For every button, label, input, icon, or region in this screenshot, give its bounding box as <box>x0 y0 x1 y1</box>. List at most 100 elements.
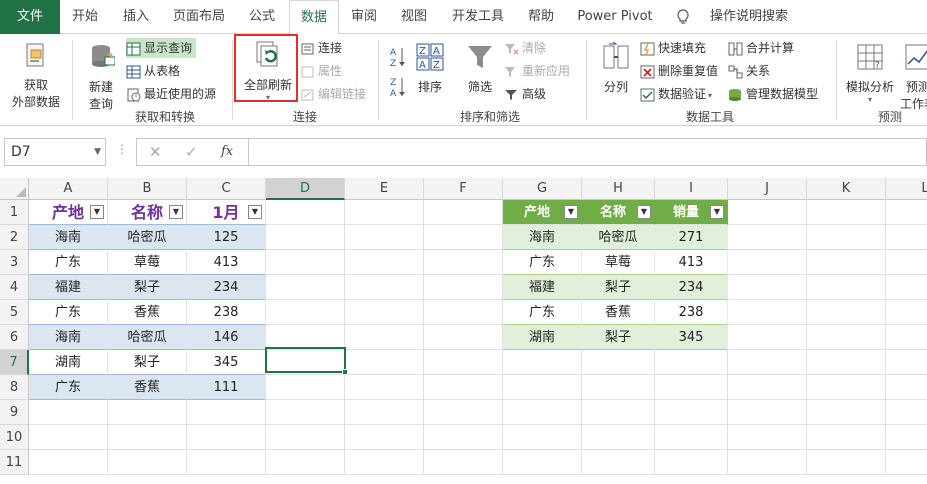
cell-a11[interactable] <box>29 450 108 475</box>
cell-b6[interactable]: 哈密瓜 <box>108 325 187 350</box>
column-header-f[interactable]: F <box>424 178 503 200</box>
cell-l2[interactable] <box>886 225 927 250</box>
manage-data-model-button[interactable]: 管理数据模型 <box>728 84 818 104</box>
row-header-10[interactable]: 10 <box>0 425 29 450</box>
cell-i9[interactable] <box>655 400 728 425</box>
cell-j4[interactable] <box>728 275 807 300</box>
cell-j3[interactable] <box>728 250 807 275</box>
cell-c10[interactable] <box>187 425 266 450</box>
cell-i2[interactable]: 271 <box>655 225 728 250</box>
formula-input[interactable] <box>248 138 927 166</box>
cell-g10[interactable] <box>503 425 582 450</box>
insert-function-icon[interactable]: fx <box>221 144 233 159</box>
cell-a8[interactable]: 广东 <box>29 375 108 400</box>
cell-h1[interactable]: 名称 ▼ <box>582 200 655 225</box>
tab-developer[interactable]: 开发工具 <box>442 0 514 34</box>
cell-c3[interactable]: 413 <box>187 250 266 275</box>
cell-d1[interactable] <box>266 200 345 225</box>
cell-a3[interactable]: 广东 <box>29 250 108 275</box>
cell-h9[interactable] <box>582 400 655 425</box>
sort-button[interactable]: ZAAZ 排序 <box>412 42 448 95</box>
cell-f5[interactable] <box>424 300 503 325</box>
cell-h3[interactable]: 草莓 <box>582 250 655 275</box>
cell-f7[interactable] <box>424 350 503 375</box>
consolidate-button[interactable]: 合并计算 <box>728 38 794 58</box>
cell-k9[interactable] <box>807 400 886 425</box>
show-query-button[interactable]: 显示查询 <box>126 38 197 58</box>
cell-i4[interactable]: 234 <box>655 275 728 300</box>
cell-e1[interactable] <box>345 200 424 225</box>
cell-f9[interactable] <box>424 400 503 425</box>
cell-h8[interactable] <box>582 375 655 400</box>
cell-a9[interactable] <box>29 400 108 425</box>
cell-k5[interactable] <box>807 300 886 325</box>
cell-e6[interactable] <box>345 325 424 350</box>
cell-k6[interactable] <box>807 325 886 350</box>
cell-k3[interactable] <box>807 250 886 275</box>
row-header-9[interactable]: 9 <box>0 400 29 425</box>
fill-handle[interactable] <box>342 369 348 375</box>
column-header-l[interactable]: L <box>886 178 927 200</box>
sort-az-button[interactable]: AZ <box>388 46 408 69</box>
cell-e3[interactable] <box>345 250 424 275</box>
cell-l11[interactable] <box>886 450 927 475</box>
tab-home[interactable]: 开始 <box>60 0 110 34</box>
tab-page-layout[interactable]: 页面布局 <box>164 0 234 34</box>
tab-review[interactable]: 审阅 <box>340 0 388 34</box>
cell-i6[interactable]: 345 <box>655 325 728 350</box>
text-to-columns-button[interactable]: 分列 <box>596 41 636 95</box>
cell-e4[interactable] <box>345 275 424 300</box>
name-box[interactable]: D7 ▼ <box>4 138 106 166</box>
new-query-button[interactable]: 新建 查询 <box>78 42 124 112</box>
cell-g11[interactable] <box>503 450 582 475</box>
cell-b3[interactable]: 草莓 <box>108 250 187 275</box>
cell-c2[interactable]: 125 <box>187 225 266 250</box>
cell-j1[interactable] <box>728 200 807 225</box>
cell-i8[interactable] <box>655 375 728 400</box>
cell-j10[interactable] <box>728 425 807 450</box>
cell-l5[interactable] <box>886 300 927 325</box>
cell-h10[interactable] <box>582 425 655 450</box>
tab-file[interactable]: 文件 <box>0 0 60 34</box>
row-header-11[interactable]: 11 <box>0 450 29 475</box>
row-header-3[interactable]: 3 <box>0 250 29 275</box>
cell-i1[interactable]: 销量 ▼ <box>655 200 728 225</box>
filter-dropdown-button[interactable]: ▼ <box>90 205 104 219</box>
cell-e10[interactable] <box>345 425 424 450</box>
tell-me-search[interactable]: 操作说明搜索 <box>694 0 804 34</box>
column-header-d[interactable]: D <box>266 178 345 200</box>
data-validation-button[interactable]: 数据验证 ▾ <box>640 84 712 104</box>
cell-h6[interactable]: 梨子 <box>582 325 655 350</box>
sort-za-button[interactable]: ZA <box>388 76 408 99</box>
cell-g4[interactable]: 福建 <box>503 275 582 300</box>
cell-e11[interactable] <box>345 450 424 475</box>
edit-links-button[interactable]: 编辑链接 <box>300 84 366 104</box>
cell-h5[interactable]: 香蕉 <box>582 300 655 325</box>
cell-f2[interactable] <box>424 225 503 250</box>
connections-button[interactable]: 连接 <box>300 38 342 58</box>
cell-i7[interactable] <box>655 350 728 375</box>
cell-l6[interactable] <box>886 325 927 350</box>
cell-k8[interactable] <box>807 375 886 400</box>
filter-dropdown-button[interactable]: ▼ <box>564 205 578 219</box>
cell-h7[interactable] <box>582 350 655 375</box>
cell-e2[interactable] <box>345 225 424 250</box>
cell-f3[interactable] <box>424 250 503 275</box>
cell-b8[interactable]: 香蕉 <box>108 375 187 400</box>
relationships-button[interactable]: 关系 <box>728 61 770 81</box>
cell-e9[interactable] <box>345 400 424 425</box>
cell-f1[interactable] <box>424 200 503 225</box>
row-header-6[interactable]: 6 <box>0 325 29 350</box>
cell-f11[interactable] <box>424 450 503 475</box>
cell-j6[interactable] <box>728 325 807 350</box>
cell-b2[interactable]: 哈密瓜 <box>108 225 187 250</box>
cell-d8[interactable] <box>266 375 345 400</box>
cell-k2[interactable] <box>807 225 886 250</box>
cell-l8[interactable] <box>886 375 927 400</box>
column-header-g[interactable]: G <box>503 178 582 200</box>
cell-i11[interactable] <box>655 450 728 475</box>
cell-g7[interactable] <box>503 350 582 375</box>
column-header-b[interactable]: B <box>108 178 187 200</box>
cell-d10[interactable] <box>266 425 345 450</box>
cell-d5[interactable] <box>266 300 345 325</box>
